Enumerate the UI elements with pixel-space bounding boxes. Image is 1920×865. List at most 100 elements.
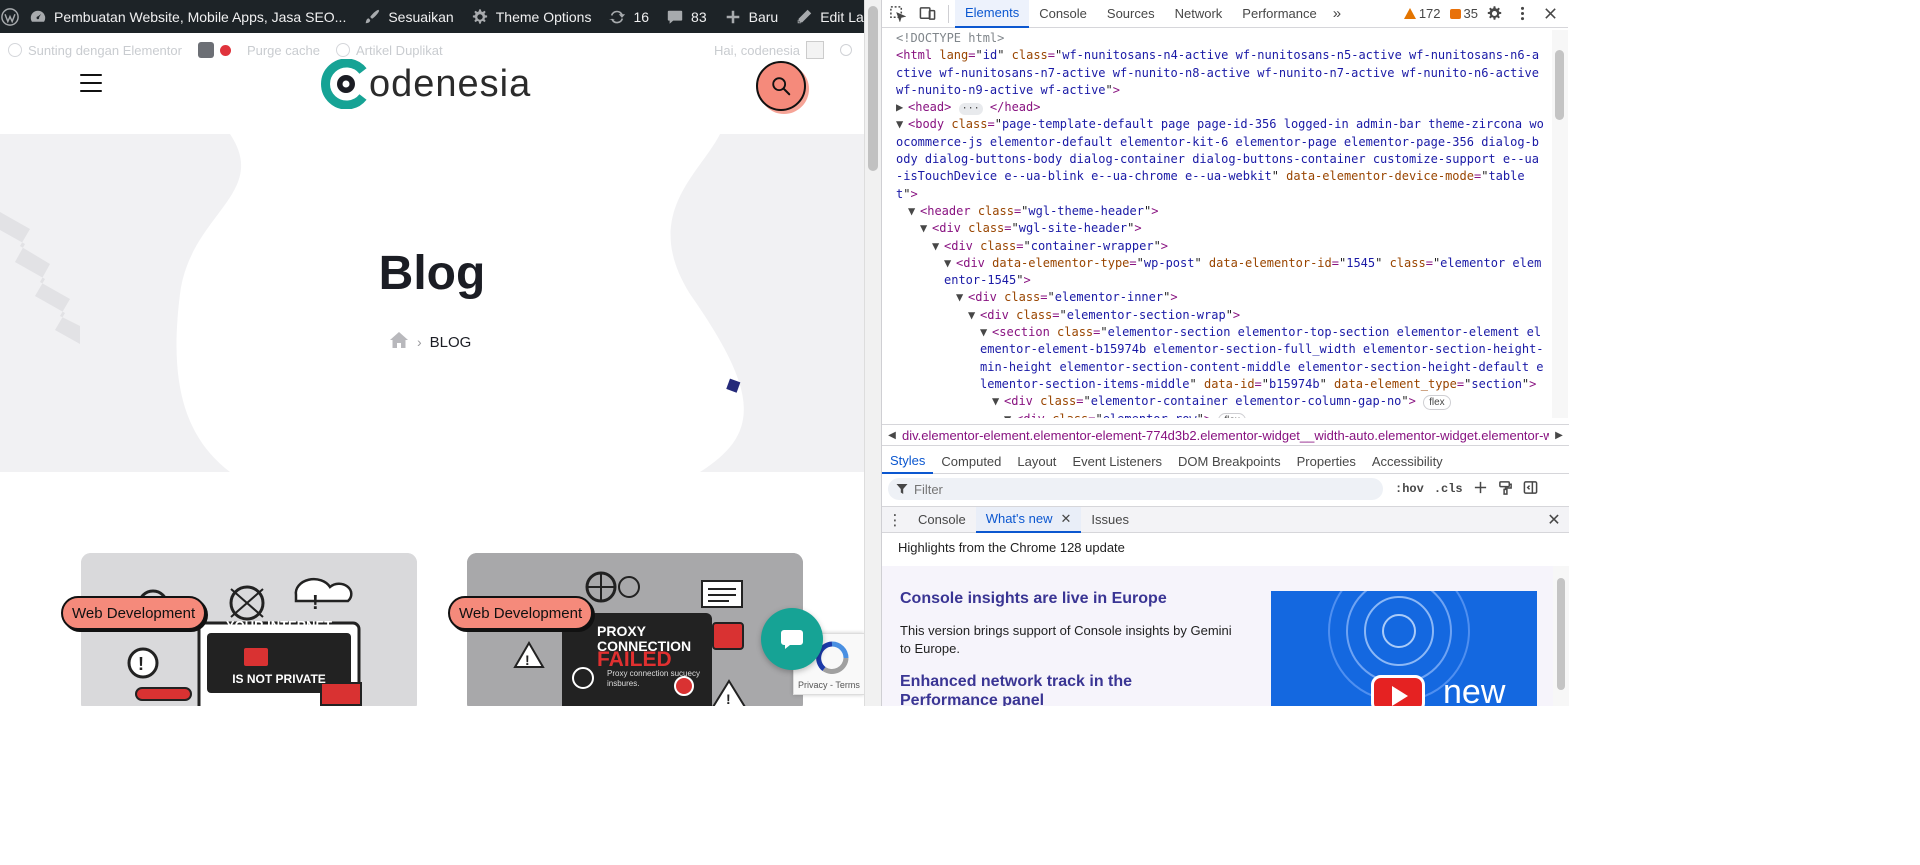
device-toggle-icon: [919, 7, 935, 20]
flex-badge[interactable]: flex: [1423, 395, 1451, 411]
tab-event-listeners[interactable]: Event Listeners: [1064, 450, 1170, 474]
theme-options-menu[interactable]: Theme Options: [462, 0, 600, 33]
devtools-menu-button[interactable]: [1510, 2, 1534, 26]
new-style-rule-button[interactable]: [1473, 480, 1488, 499]
dom-tree[interactable]: <!DOCTYPE html> <html lang="id" class="w…: [882, 30, 1552, 418]
page-scrollbar-thumb[interactable]: [868, 6, 878, 171]
chat-button[interactable]: [761, 608, 823, 670]
site-logo[interactable]: odenesia: [321, 56, 531, 112]
flex-badge[interactable]: flex: [1218, 412, 1246, 418]
collapse-triangle-icon[interactable]: ▼: [992, 393, 1004, 410]
tab-dom-breakpoints[interactable]: DOM Breakpoints: [1170, 450, 1289, 474]
page-scrollbar[interactable]: [864, 0, 881, 706]
youtube-play-icon[interactable]: [1371, 675, 1425, 706]
search-button[interactable]: [756, 61, 806, 111]
dom-node-head[interactable]: ▶ <head> ··· </head>: [882, 99, 1552, 116]
collapsed-ellipsis[interactable]: ···: [958, 103, 983, 116]
styles-pane-tabs: Styles Computed Layout Event Listeners D…: [882, 450, 1569, 474]
styles-filter-input[interactable]: [914, 481, 1314, 497]
more-tabs-button[interactable]: »: [1327, 5, 1347, 22]
dom-tree-scrollbar[interactable]: [1552, 30, 1568, 418]
dom-node-html[interactable]: <html lang="id" class="wf-nunitosans-n4-…: [882, 47, 1552, 99]
tab-elements[interactable]: Elements: [955, 0, 1030, 28]
tab-console[interactable]: Console: [1029, 0, 1097, 28]
tab-sources[interactable]: Sources: [1097, 0, 1165, 28]
whats-new-video-thumbnail[interactable]: new: [1271, 591, 1537, 706]
hover-state-toggle[interactable]: :hov: [1395, 482, 1424, 496]
dom-node-inner[interactable]: ▼ <div class="elementor-inner">: [882, 289, 1552, 306]
dom-node-header[interactable]: ▼ <header class="wgl-theme-header">: [882, 203, 1552, 220]
class-toggle[interactable]: .cls: [1434, 482, 1463, 496]
yoast-seo-menu[interactable]: [190, 42, 239, 58]
comments-menu[interactable]: 83: [657, 0, 715, 33]
devtools-close-button[interactable]: [1538, 2, 1562, 26]
device-toolbar-button[interactable]: [912, 0, 942, 28]
feature-heading[interactable]: Console insights are live in Europe: [900, 590, 1167, 608]
dom-node-section[interactable]: ▼ <section class="elementor-section eleme…: [882, 324, 1552, 393]
wordpress-logo-button[interactable]: [0, 0, 20, 33]
styles-filter-box[interactable]: [888, 478, 1383, 500]
gear-icon: [1487, 6, 1501, 20]
dom-node-section-wrap[interactable]: ▼ <div class="elementor-section-wrap">: [882, 307, 1552, 324]
collapse-triangle-icon[interactable]: ▼: [908, 203, 920, 220]
collapse-triangle-icon[interactable]: ▼: [956, 289, 968, 306]
drawer-tab-issues[interactable]: Issues: [1081, 507, 1139, 533]
hamburger-line: [80, 82, 102, 84]
dom-node-container[interactable]: ▼ <div class="container-wrapper">: [882, 238, 1552, 255]
collapse-triangle-icon[interactable]: ▼: [920, 220, 932, 237]
elementor-edit-link[interactable]: Sunting dengan Elementor: [0, 43, 190, 58]
inspect-element-button[interactable]: [882, 0, 912, 28]
my-account-menu[interactable]: Hai, codenesia: [714, 41, 864, 59]
crumb-scroll-right-icon[interactable]: ▶: [1549, 430, 1569, 441]
home-icon[interactable]: [389, 331, 409, 353]
dom-node-site-header[interactable]: ▼ <div class="wgl-site-header">: [882, 220, 1552, 237]
dom-node-elementor-container[interactable]: ▼ <div class="elementor-container element…: [882, 393, 1552, 411]
category-badge[interactable]: Web Development: [61, 596, 207, 630]
updates-menu[interactable]: 16: [599, 0, 657, 33]
tab-performance[interactable]: Performance: [1232, 0, 1326, 28]
rendering-emulation-button[interactable]: [1498, 480, 1513, 499]
drawer-menu-kebab-icon[interactable]: ⋮: [882, 511, 908, 529]
tab-computed[interactable]: Computed: [933, 450, 1009, 474]
collapse-triangle-icon[interactable]: ▼: [1004, 411, 1016, 418]
tab-properties[interactable]: Properties: [1289, 450, 1364, 474]
collapse-triangle-icon[interactable]: ▼: [932, 238, 944, 255]
crumb-scroll-left-icon[interactable]: ◀: [882, 430, 902, 441]
drawer-close-icon[interactable]: ✕: [1539, 510, 1569, 530]
devtools-drawer-header: ⋮ Console What's new ✕ Issues ✕: [882, 506, 1569, 533]
warnings-counter[interactable]: 172 35: [1403, 6, 1478, 21]
purge-cache-link[interactable]: Purge cache: [239, 43, 328, 58]
category-badge[interactable]: Web Development: [448, 596, 594, 630]
drawer-tab-console[interactable]: Console: [908, 507, 976, 533]
edit-page-link[interactable]: Edit Laman: [786, 0, 864, 33]
selected-element-crumb[interactable]: div.elementor-element.elementor-element-…: [902, 428, 1549, 443]
whats-new-scrollbar[interactable]: [1553, 566, 1569, 706]
close-icon[interactable]: ✕: [1061, 511, 1072, 527]
feature-heading[interactable]: Enhanced network track in the Performanc…: [900, 672, 1230, 706]
recaptcha-links[interactable]: Privacy - Terms: [798, 680, 860, 690]
collapse-triangle-icon[interactable]: ▼: [980, 324, 992, 341]
wp-post-id-value: 1545: [1346, 255, 1376, 270]
tab-layout[interactable]: Layout: [1009, 450, 1064, 474]
admin-search-icon[interactable]: [840, 44, 852, 56]
collapse-triangle-icon[interactable]: ▼: [896, 116, 908, 133]
tab-styles[interactable]: Styles: [882, 450, 934, 474]
collapse-triangle-icon[interactable]: ▼: [968, 307, 980, 324]
dom-node-doctype[interactable]: <!DOCTYPE html>: [882, 30, 1552, 47]
devtools-settings-button[interactable]: [1482, 2, 1506, 26]
drawer-tab-whats-new[interactable]: What's new ✕: [975, 506, 1082, 533]
site-name-menu[interactable]: Pembuatan Website, Mobile Apps, Jasa SEO…: [20, 0, 354, 33]
dom-node-wp-post[interactable]: ▼ <div data-elementor-type="wp-post" data…: [882, 255, 1552, 290]
tab-accessibility[interactable]: Accessibility: [1364, 450, 1451, 474]
customize-menu[interactable]: Sesuaikan: [354, 0, 461, 33]
tab-network[interactable]: Network: [1165, 0, 1233, 28]
hamburger-menu-button[interactable]: [80, 74, 102, 92]
whats-new-scrollbar-thumb[interactable]: [1557, 578, 1565, 690]
dom-tree-scrollbar-thumb[interactable]: [1555, 50, 1564, 120]
expand-triangle-icon[interactable]: ▶: [896, 99, 908, 116]
new-content-menu[interactable]: Baru: [715, 0, 787, 33]
collapse-triangle-icon[interactable]: ▼: [944, 255, 956, 272]
toggle-sidebar-button[interactable]: [1523, 480, 1538, 499]
dom-node-row[interactable]: ▼<div class="elementor-row"> flex: [882, 411, 1552, 418]
dom-node-body[interactable]: ▼ <body class="page-template-default page…: [882, 116, 1552, 202]
